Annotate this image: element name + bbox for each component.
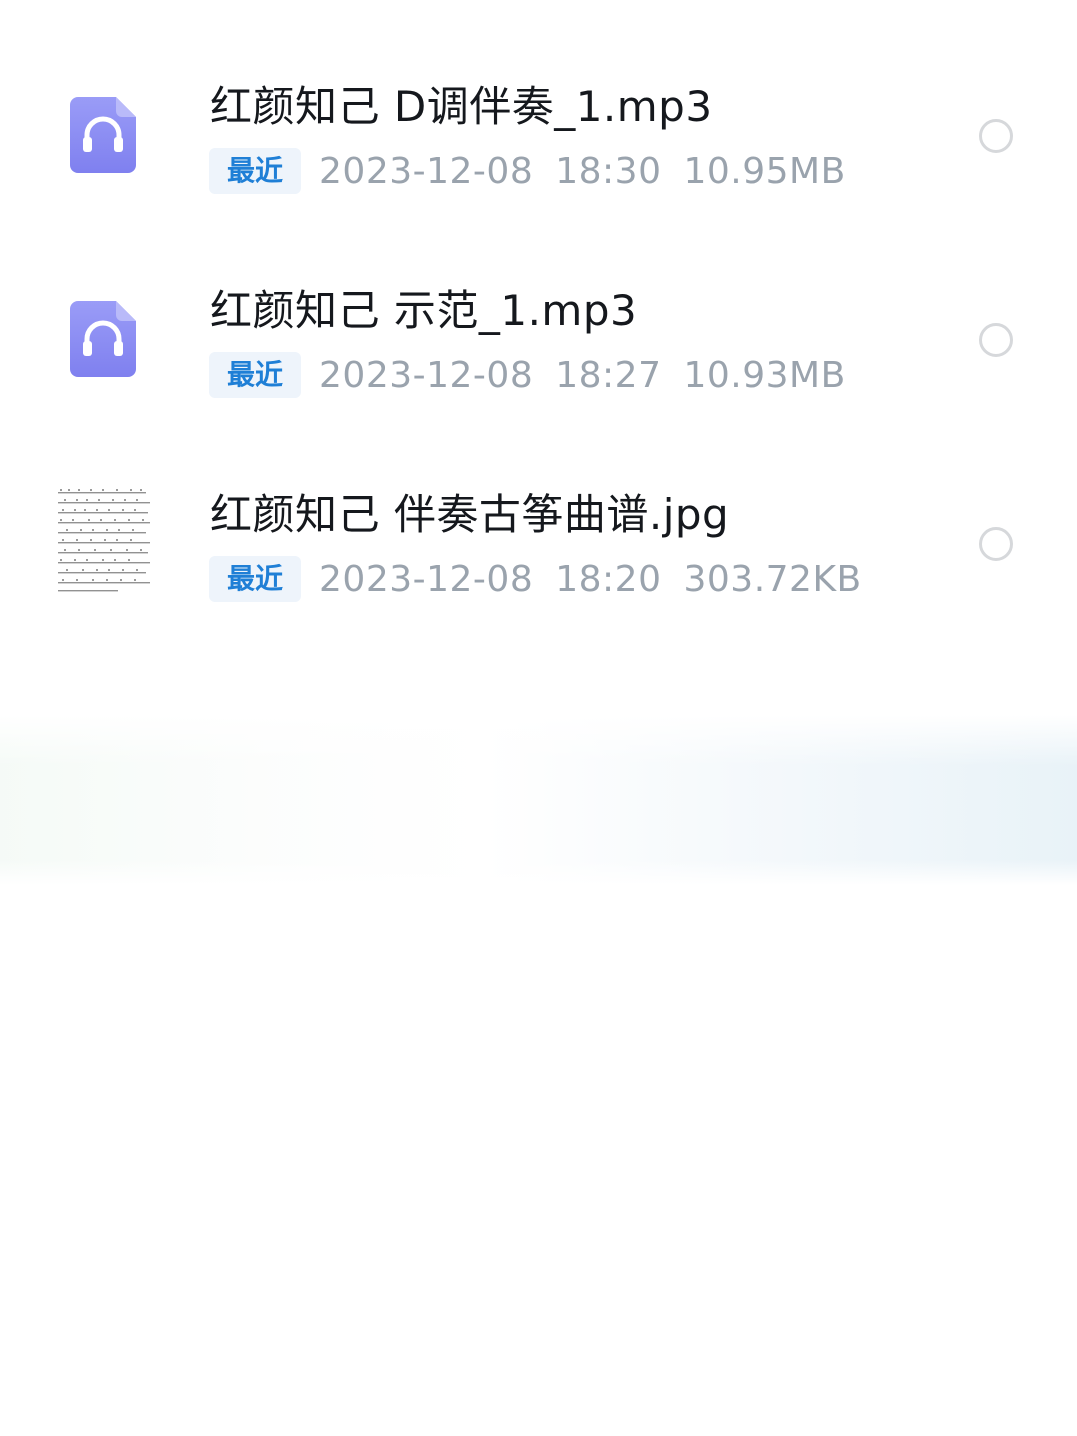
file-name: 红颜知己 示范_1.mp3 xyxy=(210,286,638,335)
audio-file-icon xyxy=(70,301,136,377)
file-row[interactable]: 红颜知己 D调伴奏_1.mp3 最近 2023-12-08 18:30 10.9… xyxy=(0,45,1077,225)
file-time: 18:30 xyxy=(555,150,662,192)
image-thumbnail xyxy=(56,486,152,596)
select-radio[interactable] xyxy=(979,119,1013,153)
file-meta: 最近 2023-12-08 18:20 303.72KB xyxy=(209,556,884,602)
file-size: 10.93MB xyxy=(683,354,846,396)
file-size: 303.72KB xyxy=(683,558,862,600)
file-row[interactable]: 红颜知己 示范_1.mp3 最近 2023-12-08 18:27 10.93M… xyxy=(0,249,1077,429)
file-row[interactable]: 红颜知己 伴奏古筝曲谱.jpg 最近 2023-12-08 18:20 303.… xyxy=(0,453,1077,633)
audio-file-icon xyxy=(70,97,136,173)
file-name: 红颜知己 D调伴奏_1.mp3 xyxy=(210,82,713,131)
file-meta: 最近 2023-12-08 18:27 10.93MB xyxy=(209,352,868,398)
file-date: 2023-12-08 xyxy=(319,354,534,396)
file-date: 2023-12-08 xyxy=(319,150,534,192)
select-radio[interactable] xyxy=(979,323,1013,357)
recent-tag: 最近 xyxy=(209,148,302,194)
select-radio[interactable] xyxy=(979,527,1013,561)
file-date: 2023-12-08 xyxy=(319,558,534,600)
sheet-music-thumbnail-icon xyxy=(58,489,150,592)
recent-tag: 最近 xyxy=(209,352,302,398)
recent-tag: 最近 xyxy=(209,556,302,602)
file-time: 18:27 xyxy=(555,354,662,396)
file-name: 红颜知己 伴奏古筝曲谱.jpg xyxy=(210,490,730,539)
file-meta: 最近 2023-12-08 18:30 10.95MB xyxy=(209,148,868,194)
background-haze xyxy=(0,715,1077,885)
file-time: 18:20 xyxy=(555,558,662,600)
file-size: 10.95MB xyxy=(683,150,846,192)
